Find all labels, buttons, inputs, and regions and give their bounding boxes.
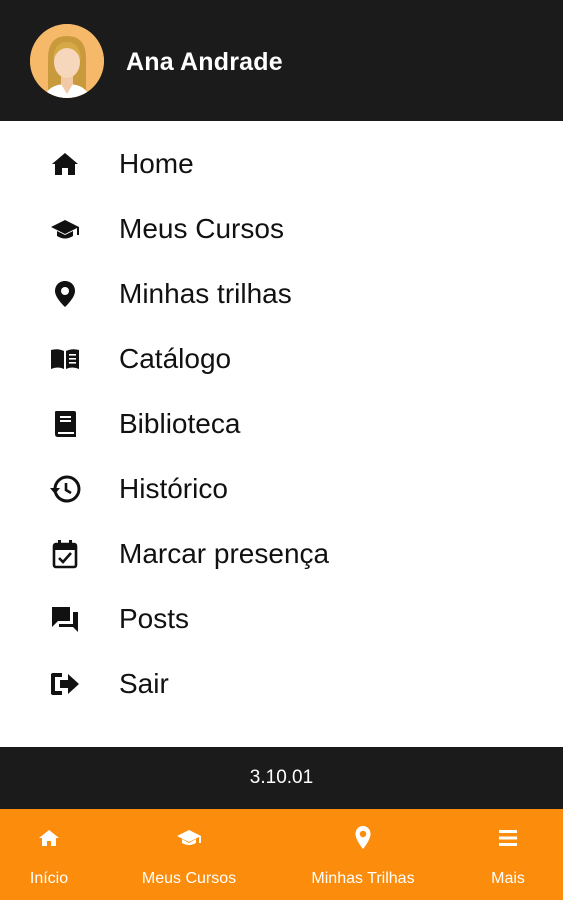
menu-item-posts[interactable]: Posts: [0, 589, 563, 649]
menu-item-marcar-presenca[interactable]: Marcar presença: [0, 524, 563, 584]
nav-item-inicio[interactable]: Início: [0, 809, 100, 900]
nav-item-label: Minhas Trilhas: [311, 870, 415, 887]
nav-item-meus-cursos[interactable]: Meus Cursos: [110, 809, 270, 900]
nav-item-label: Meus Cursos: [141, 870, 237, 887]
bottom-nav: Início Meus Cursos Minhas Trilhas Mais: [0, 809, 563, 900]
nav-item-label: Mais: [491, 870, 525, 887]
menu-item-minhas-trilhas[interactable]: Minhas trilhas: [0, 264, 563, 324]
menu-item-label: Histórico: [119, 473, 228, 504]
map-pin-icon: [48, 277, 82, 311]
menu-item-label: Marcar presença: [119, 538, 330, 569]
calendar-check-icon: [48, 537, 82, 571]
drawer-header: Ana Andrade: [0, 0, 563, 121]
menu-item-label: Sair: [119, 668, 169, 699]
menu-item-label: Catálogo: [119, 343, 232, 374]
menu-item-catalogo[interactable]: Catálogo: [0, 329, 563, 389]
history-icon: [48, 472, 82, 506]
nav-item-mais[interactable]: Mais: [465, 809, 563, 900]
user-name: Ana Andrade: [126, 48, 283, 76]
menu-item-sair[interactable]: Sair: [0, 654, 563, 714]
menu-item-biblioteca[interactable]: Biblioteca: [0, 394, 563, 454]
menu-item-label: Posts: [119, 603, 190, 634]
book-icon: [48, 407, 82, 441]
menu-item-label: Biblioteca: [119, 408, 241, 439]
user-avatar-icon[interactable]: [30, 24, 104, 98]
sign-out-icon: [48, 667, 82, 701]
home-icon: [36, 825, 62, 851]
drawer-menu: Home Meus Cursos Minhas trilhas Catálogo…: [0, 121, 563, 747]
graduation-cap-icon: [48, 212, 82, 246]
menu-item-historico[interactable]: Histórico: [0, 459, 563, 519]
nav-item-label: Início: [29, 870, 69, 887]
menu-item-label: Home: [119, 148, 194, 179]
menu-item-home[interactable]: Home: [0, 134, 563, 194]
map-pin-icon: [350, 825, 376, 851]
version-bar: 3.10.01: [0, 747, 563, 809]
home-icon: [48, 147, 82, 181]
app-version: 3.10.01: [249, 767, 314, 788]
menu-item-label: Minhas trilhas: [119, 278, 292, 309]
chat-bubbles-icon: [48, 602, 82, 636]
nav-item-minhas-trilhas[interactable]: Minhas Trilhas: [290, 809, 435, 900]
menu-icon: [495, 825, 521, 851]
menu-item-label: Meus Cursos: [119, 213, 284, 244]
open-book-icon: [48, 342, 82, 376]
graduation-cap-icon: [176, 825, 202, 851]
menu-item-meus-cursos[interactable]: Meus Cursos: [0, 199, 563, 259]
